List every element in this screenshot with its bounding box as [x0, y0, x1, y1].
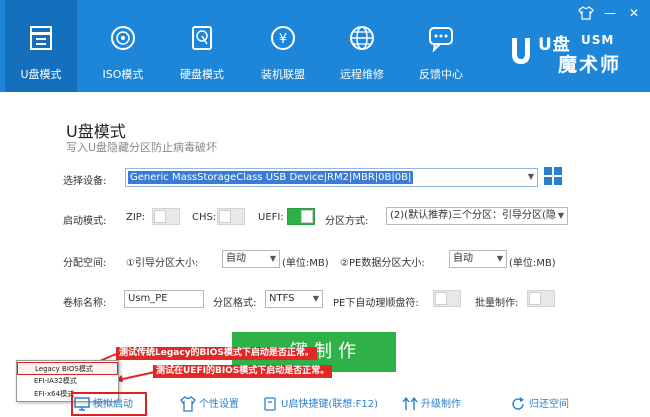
restore-space-label: 归还空间	[529, 399, 569, 410]
toggle-knob	[154, 210, 166, 223]
grid-view-icon[interactable]	[544, 167, 563, 186]
volume-name-input[interactable]: Usm_PE	[124, 290, 204, 308]
simulate-boot-highlight	[71, 392, 147, 416]
top-navigation-bar: U盘模式 ISO模式 硬盘模式 ¥ 装机联盟 远程维修 反馈中心 — ✕ U盘 …	[0, 0, 650, 92]
pe-size-value: 自动	[453, 253, 473, 264]
chat-bubble-icon	[429, 27, 453, 52]
logo-text-usm: USM	[581, 33, 615, 47]
boot-size-value: 自动	[226, 253, 246, 264]
pe-size-select[interactable]: 自动 ▼	[449, 250, 507, 268]
refresh-icon	[512, 397, 524, 410]
partition-label: 分区方式:	[325, 216, 369, 227]
shirt-icon[interactable]	[578, 6, 594, 20]
tab-iso-mode[interactable]: ISO模式	[87, 0, 159, 92]
tab-label: 反馈中心	[419, 68, 463, 81]
upgrade-arrows-icon	[402, 396, 418, 410]
key-icon	[264, 397, 276, 411]
tab-remote-repair[interactable]: 远程维修	[326, 0, 398, 92]
batch-toggle[interactable]	[527, 290, 555, 307]
boot-size-unit: (单位:MB)	[282, 258, 329, 269]
disc-icon	[111, 26, 135, 50]
tab-label: U盘模式	[20, 68, 62, 81]
toggle-knob	[219, 210, 231, 223]
partition-select-value: (2)(默认推荐)三个分区：引导分区(隐	[390, 210, 556, 221]
usm-logo-icon	[512, 38, 530, 64]
chevron-down-icon: ▼	[527, 172, 534, 181]
globe-icon	[350, 26, 374, 50]
uefi-label: UEFI:	[258, 212, 284, 223]
device-label: 选择设备:	[63, 176, 107, 187]
chevron-down-icon: ▼	[269, 254, 276, 263]
minimize-button[interactable]: —	[602, 6, 618, 20]
partition-select[interactable]: (2)(默认推荐)三个分区：引导分区(隐 ▼	[386, 207, 568, 225]
upgrade-make-label: 升级制作	[421, 399, 461, 410]
batch-label: 批量制作:	[475, 298, 519, 309]
tab-label: ISO模式	[102, 68, 144, 81]
shirt-icon	[180, 396, 196, 412]
usb-drive-icon	[30, 26, 52, 50]
boot-hotkey-label: U启快捷键(联想:F12)	[281, 399, 378, 410]
fs-label: 分区格式:	[213, 298, 257, 309]
page-subtitle: 写入U盘隐藏分区防止病毒破坏	[66, 141, 218, 154]
popup-item-legacy-bios[interactable]: Legacy BIOS模式	[17, 362, 118, 375]
boot-size-label: ①引导分区大小:	[126, 258, 199, 269]
chs-toggle[interactable]	[217, 208, 245, 225]
chevron-down-icon: ▼	[496, 254, 503, 263]
chevron-down-icon: ▼	[312, 294, 319, 303]
svg-text:¥: ¥	[279, 32, 287, 47]
uefi-toggle[interactable]	[287, 208, 315, 225]
boot-size-select[interactable]: 自动 ▼	[222, 250, 280, 268]
close-button[interactable]: ✕	[626, 6, 642, 20]
app-logo: U盘 USM 魔术师	[508, 30, 638, 76]
pe-size-label: ②PE数据分区大小:	[340, 258, 425, 269]
tab-u-disk-mode[interactable]: U盘模式	[5, 0, 77, 92]
upgrade-make-button[interactable]: 升级制作	[402, 394, 461, 416]
volume-label: 卷标名称:	[63, 298, 107, 309]
tab-feedback-center[interactable]: 反馈中心	[405, 0, 477, 92]
device-select[interactable]: Generic MassStorageClass USB Device|RM2|…	[125, 168, 538, 187]
annotation-legacy: 测试传统Legacy的BIOS模式下启动是否正常。	[116, 347, 317, 360]
restore-space-button[interactable]: 归还空间	[510, 394, 569, 416]
hard-disk-icon	[192, 26, 212, 50]
fs-select-value: NTFS	[269, 293, 295, 304]
device-select-value: Generic MassStorageClass USB Device|RM2|…	[128, 171, 414, 184]
tab-installer-union[interactable]: ¥ 装机联盟	[247, 0, 319, 92]
tab-hard-disk-mode[interactable]: 硬盘模式	[166, 0, 238, 92]
logo-text-magician: 魔术师	[558, 54, 622, 76]
popup-item-efi-ia32[interactable]: EFI-IA32模式	[17, 375, 118, 388]
boot-mode-label: 启动模式:	[63, 216, 107, 227]
zip-label: ZIP:	[126, 212, 146, 223]
boot-hotkey-button[interactable]: U启快捷键(联想:F12)	[262, 394, 378, 416]
toggle-knob	[435, 292, 447, 305]
personal-settings-button[interactable]: 个性设置	[180, 394, 239, 416]
annotation-uefi: 测试在UEFI的BIOS模式下启动是否正常。	[153, 365, 333, 378]
fs-select[interactable]: NTFS ▼	[265, 290, 323, 308]
toggle-knob	[529, 292, 541, 305]
chs-label: CHS:	[192, 212, 217, 223]
personal-settings-label: 个性设置	[199, 399, 239, 410]
pe-size-unit: (单位:MB)	[509, 258, 556, 269]
tab-label: 硬盘模式	[180, 68, 224, 81]
auto-drive-toggle[interactable]	[433, 290, 461, 307]
zip-toggle[interactable]	[152, 208, 180, 225]
auto-drive-label: PE下自动理顺盘符:	[333, 298, 419, 309]
tab-label: 装机联盟	[261, 68, 305, 81]
yen-coin-icon: ¥	[271, 26, 295, 50]
tab-label: 远程维修	[340, 68, 384, 81]
toggle-knob	[301, 210, 313, 223]
alloc-label: 分配空间:	[63, 258, 107, 269]
chevron-down-icon: ▼	[557, 211, 564, 220]
